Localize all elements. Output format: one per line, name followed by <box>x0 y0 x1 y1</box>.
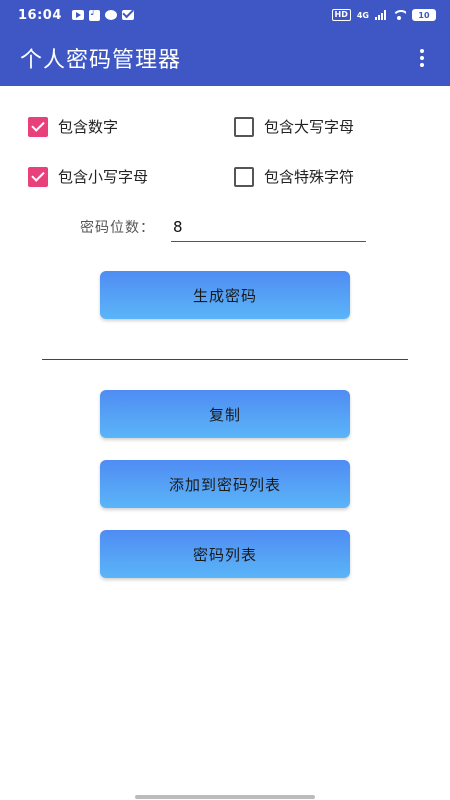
generate-password-button[interactable]: 生成密码 <box>100 271 350 319</box>
app-title: 个人密码管理器 <box>20 48 182 73</box>
password-list-button[interactable]: 密码列表 <box>100 530 350 578</box>
home-indicator[interactable] <box>135 795 315 799</box>
checkbox-digits[interactable] <box>28 116 48 137</box>
app-bar: 个人密码管理器 <box>0 30 450 86</box>
option-label: 包含数字 <box>58 118 119 136</box>
result-divider <box>42 359 408 360</box>
status-time: 16:04 <box>18 7 62 23</box>
add-to-list-button[interactable]: 添加到密码列表 <box>100 460 350 508</box>
signal-icon <box>375 10 386 20</box>
message-icon <box>121 10 134 20</box>
checkbox-uppercase[interactable] <box>234 116 254 137</box>
wifi-icon <box>392 10 406 20</box>
option-include-lowercase[interactable]: 包含小写字母 <box>28 166 148 187</box>
app-screen: 16:04 HD 4G 10 个人密码管理器 包含数字 <box>0 0 450 800</box>
hd-badge: HD <box>331 9 351 21</box>
option-include-special[interactable]: 包含特殊字符 <box>234 166 354 187</box>
tiktok-icon <box>88 7 100 21</box>
option-label: 包含大写字母 <box>264 118 355 136</box>
notification-icons <box>71 7 134 21</box>
option-label: 包含小写字母 <box>58 168 149 186</box>
option-include-uppercase[interactable]: 包含大写字母 <box>234 116 354 137</box>
checkbox-special[interactable] <box>234 166 254 187</box>
chat-icon <box>104 10 117 20</box>
copy-button[interactable]: 复制 <box>100 390 350 438</box>
overflow-menu-icon[interactable] <box>410 46 434 70</box>
option-include-digits[interactable]: 包含数字 <box>28 116 118 137</box>
network-type: 4G <box>356 10 369 20</box>
video-app-icon <box>71 10 84 20</box>
password-length-input[interactable] <box>171 212 366 242</box>
battery-level: 10 <box>418 10 430 20</box>
option-label: 包含特殊字符 <box>264 168 355 186</box>
battery-icon: 10 <box>412 9 436 21</box>
password-length-label: 密码位数： <box>80 220 155 236</box>
checkbox-lowercase[interactable] <box>28 166 48 187</box>
status-bar: 16:04 HD 4G 10 <box>0 0 450 30</box>
system-icons: HD 4G 10 <box>331 9 436 21</box>
